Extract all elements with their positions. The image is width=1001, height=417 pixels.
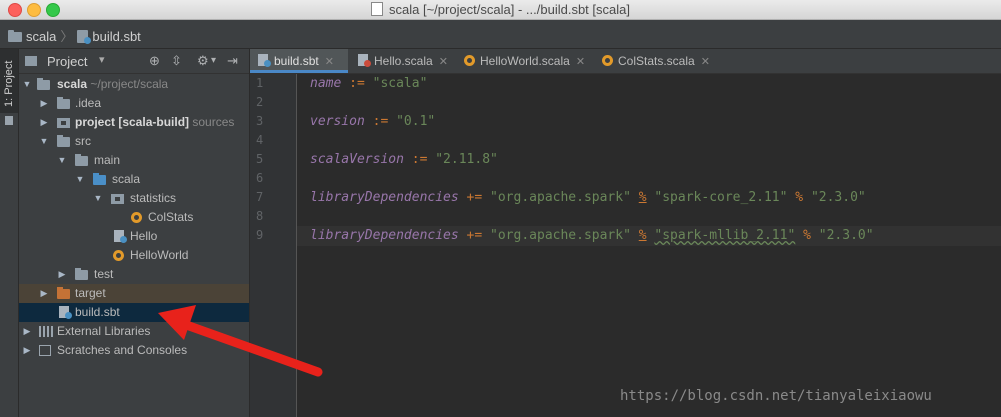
arrow-shaft xyxy=(173,317,323,377)
red-arrow-annotation xyxy=(158,305,323,377)
watermark: https://blog.csdn.net/tianyaleixiaowu xyxy=(620,388,932,404)
